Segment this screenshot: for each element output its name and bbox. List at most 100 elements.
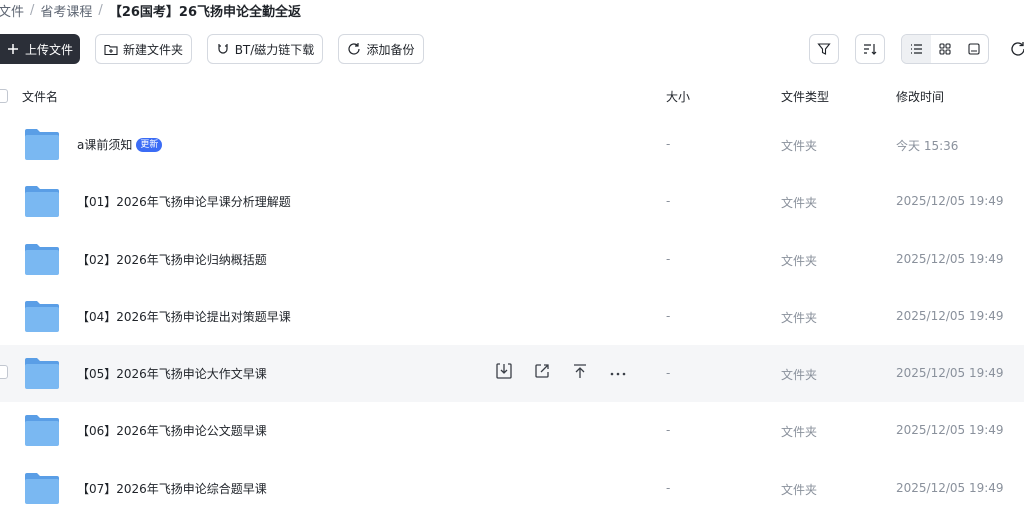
pin-top-icon [572, 363, 588, 382]
folder-icon [24, 471, 60, 505]
row-type: 文件夹 [781, 310, 818, 325]
file-manager: 文件 / 省考课程 / 【26国考】26飞扬申论全勤全返 上传文件 新建文件夹 … [0, 0, 1024, 523]
header-type[interactable]: 文件类型 [781, 88, 829, 105]
row-size: - [666, 480, 671, 495]
row-mtime: 2025/12/05 19:49 [896, 251, 1004, 266]
update-badge: 更新 [136, 137, 163, 152]
row-name-text: a课前须知 [77, 138, 133, 152]
row-mtime: 今天 15:36 [896, 139, 959, 153]
upload-button-label: 上传文件 [24, 42, 73, 57]
grid-view-button[interactable] [931, 35, 960, 63]
row-name-text: 【04】2026年飞扬申论提出对策题早课 [77, 309, 291, 324]
row-checkbox[interactable] [0, 365, 8, 380]
download-icon [495, 362, 513, 383]
plus-icon [6, 42, 20, 56]
row-mtime: 2025/12/05 19:49 [896, 194, 1004, 209]
new-folder-button-label: 新建文件夹 [122, 42, 183, 57]
breadcrumb-item-files[interactable]: 文件 [0, 1, 24, 20]
refresh-button[interactable] [1010, 41, 1024, 61]
breadcrumb-item-course[interactable]: 省考课程 [40, 1, 92, 20]
download-button[interactable] [494, 362, 514, 382]
row-name[interactable]: 【05】2026年飞扬申论大作文早课 [77, 365, 267, 382]
row-type: 文件夹 [781, 368, 818, 383]
folder-icon [24, 356, 60, 390]
row-type: 文件夹 [781, 425, 818, 440]
header-size[interactable]: 大小 [666, 88, 690, 105]
folder-icon [24, 413, 60, 447]
table-row[interactable]: 【04】2026年飞扬申论提出对策题早课 - 文件夹 2025/12/05 19… [0, 288, 1024, 345]
folder-icon [24, 184, 60, 218]
grid-icon [939, 40, 951, 59]
filter-icon [817, 42, 831, 56]
row-mtime: 2025/12/05 19:49 [896, 423, 1004, 438]
header-name[interactable]: 文件名 [22, 88, 58, 105]
row-mtime: 2025/12/05 19:49 [896, 480, 1004, 495]
row-size: - [666, 366, 671, 381]
table-row[interactable]: 【02】2026年飞扬申论归纳概括题 - 文件夹 2025/12/05 19:4… [0, 231, 1024, 288]
row-size: - [666, 308, 671, 323]
select-all-checkbox[interactable] [0, 89, 8, 103]
row-name[interactable]: 【06】2026年飞扬申论公文题早课 [77, 422, 267, 439]
table-row[interactable]: 【07】2026年飞扬申论综合题早课 - 文件夹 2025/12/05 19:4… [0, 460, 1024, 517]
folder-icon [24, 299, 60, 333]
header-mtime[interactable]: 修改时间 [896, 88, 944, 105]
row-name-text: 【07】2026年飞扬申论综合题早课 [77, 481, 267, 496]
table-row[interactable]: 【05】2026年飞扬申论大作文早课 - 文件夹 2025/12/05 19:4… [0, 345, 1024, 403]
row-name[interactable]: 【07】2026年飞扬申论综合题早课 [77, 480, 267, 497]
table-row[interactable]: 【06】2026年飞扬申论公文题早课 - 文件夹 2025/12/05 19:4… [0, 402, 1024, 459]
table-header: 文件名 大小 文件类型 修改时间 [0, 86, 1024, 106]
row-name-text: 【06】2026年飞扬申论公文题早课 [77, 424, 267, 439]
row-size: - [666, 137, 671, 151]
more-button[interactable] [608, 362, 628, 382]
table-row[interactable]: a课前须知 更新 - 文件夹 今天 15:36 [0, 116, 1024, 173]
row-name-text: 【05】2026年飞扬申论大作文早课 [77, 367, 267, 382]
row-name[interactable]: 【02】2026年飞扬申论归纳概括题 [77, 251, 267, 268]
pin-top-button[interactable] [570, 362, 590, 382]
row-mtime: 2025/12/05 19:49 [896, 366, 1004, 381]
row-size: - [666, 423, 671, 438]
folder-icon [24, 242, 60, 276]
refresh-icon [347, 42, 361, 56]
row-name[interactable]: a课前须知 更新 [77, 136, 163, 153]
refresh-icon [1010, 42, 1024, 61]
sort-button[interactable] [855, 34, 885, 64]
share-button[interactable] [532, 362, 552, 382]
new-folder-button[interactable]: 新建文件夹 [95, 34, 192, 64]
upload-button[interactable]: 上传文件 [0, 34, 80, 64]
filter-button[interactable] [809, 34, 839, 64]
sort-icon [863, 42, 877, 56]
share-icon [534, 363, 550, 382]
row-type: 文件夹 [781, 482, 818, 497]
row-type: 文件夹 [781, 196, 818, 211]
row-type: 文件夹 [781, 139, 818, 153]
bt-download-button[interactable]: BT/磁力链下载 [207, 34, 323, 64]
more-icon [610, 365, 626, 379]
row-name-text: 【02】2026年飞扬申论归纳概括题 [77, 252, 267, 267]
add-backup-button[interactable]: 添加备份 [338, 34, 424, 64]
list-view-button[interactable] [902, 35, 931, 63]
breadcrumb-current: 【26国考】26飞扬申论全勤全返 [108, 4, 301, 20]
row-size: - [666, 251, 671, 266]
row-size: - [666, 194, 671, 209]
folder-plus-icon [104, 42, 118, 56]
magnet-icon [216, 42, 230, 56]
folder-icon [24, 127, 60, 161]
table-row[interactable]: 【01】2026年飞扬申论早课分析理解题 - 文件夹 2025/12/05 19… [0, 173, 1024, 230]
image-icon [968, 40, 980, 59]
large-view-button[interactable] [959, 35, 988, 63]
row-type: 文件夹 [781, 253, 818, 268]
toolbar: 上传文件 新建文件夹 BT/磁力链下载 添加备份 [0, 34, 1024, 66]
breadcrumb: 文件 / 省考课程 / 【26国考】26飞扬申论全勤全返 [0, 0, 301, 20]
breadcrumb-separator: / [30, 2, 35, 18]
view-mode-switch [901, 34, 989, 64]
add-backup-button-label: 添加备份 [366, 42, 415, 57]
row-name[interactable]: 【01】2026年飞扬申论早课分析理解题 [77, 193, 291, 210]
row-actions [494, 362, 628, 382]
bt-download-button-label: BT/磁力链下载 [234, 42, 315, 57]
list-icon [910, 40, 923, 59]
file-list: a课前须知 更新 - 文件夹 今天 15:36 【01】2026年飞扬申论早课分… [0, 116, 1024, 517]
row-name-text: 【01】2026年飞扬申论早课分析理解题 [77, 195, 291, 210]
breadcrumb-separator: / [98, 2, 103, 18]
row-mtime: 2025/12/05 19:49 [896, 308, 1004, 323]
row-name[interactable]: 【04】2026年飞扬申论提出对策题早课 [77, 308, 291, 325]
